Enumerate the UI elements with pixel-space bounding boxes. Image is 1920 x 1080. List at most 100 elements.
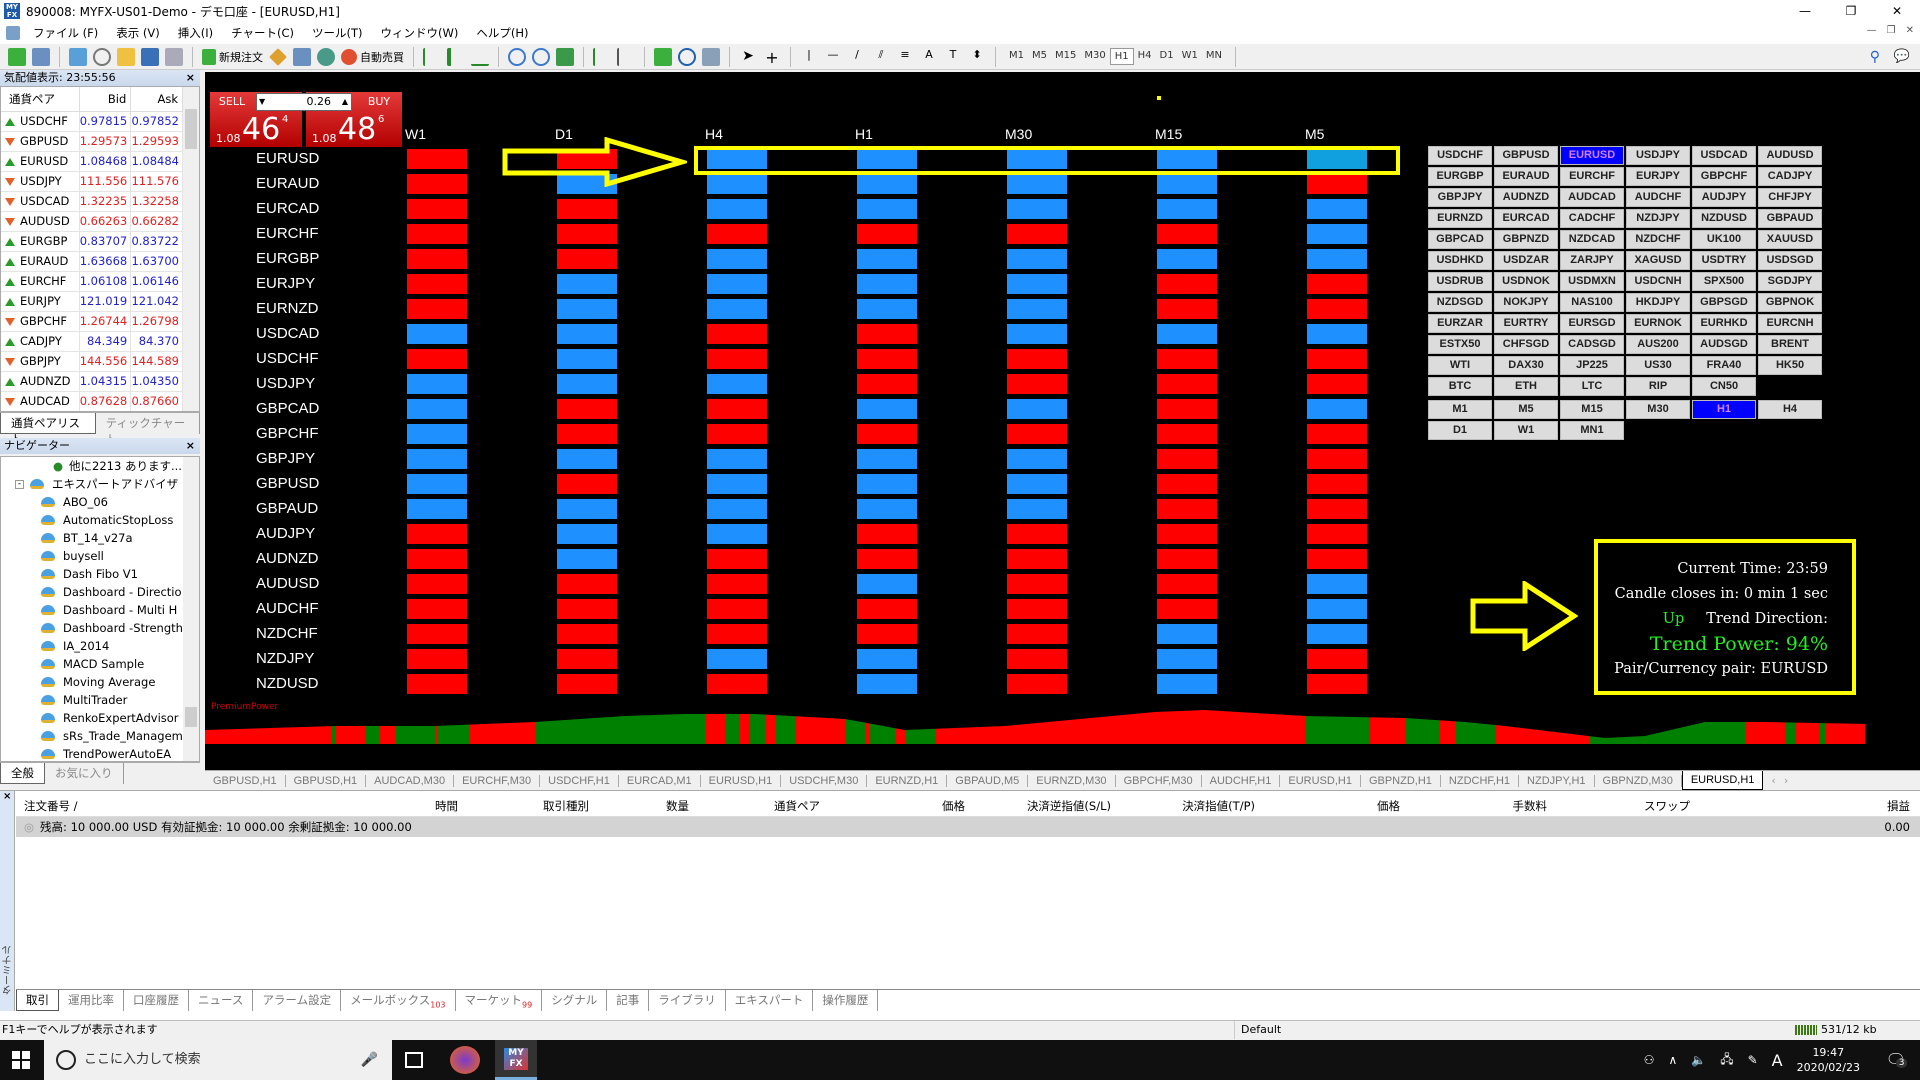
menu-item[interactable]: ファイル (F) (24, 25, 107, 41)
collapse-icon[interactable]: - (15, 480, 24, 489)
symbol-button[interactable]: NZDSGD (1428, 293, 1492, 312)
new-order-button[interactable]: 新規注文 (202, 49, 263, 65)
nav-expert-item[interactable]: Dash Fibo V1 (1, 565, 199, 583)
symbol-button[interactable]: LTC (1560, 377, 1624, 396)
symbol-button[interactable]: GBPNZD (1494, 230, 1558, 249)
chart-tab[interactable]: GBPNZD,M30 (1595, 775, 1682, 787)
symbol-button[interactable]: CADSGD (1560, 335, 1624, 354)
symbol-button[interactable]: USDCNH (1626, 272, 1690, 291)
market-watch-row[interactable]: AUDCAD0.876280.87660 (1, 391, 183, 411)
pair-label[interactable]: EURGBP (256, 250, 319, 267)
pair-label[interactable]: EURCAD (256, 200, 319, 217)
symbol-button[interactable]: CN50 (1692, 377, 1756, 396)
mt4-taskbar-button[interactable]: MY FX (495, 1040, 537, 1080)
autoscroll-icon[interactable] (593, 48, 611, 66)
symbol-button[interactable]: AUDCAD (1560, 188, 1624, 207)
pair-label[interactable]: AUDJPY (256, 525, 315, 542)
mdi-close-button[interactable]: ✕ (1906, 25, 1914, 36)
terminal-tab[interactable]: 運用比率 (59, 990, 124, 1011)
symbol-button[interactable]: USDCHF (1428, 146, 1492, 165)
market-watch-row[interactable]: EURUSD1.084681.08484 (1, 151, 183, 171)
tester-icon[interactable] (165, 48, 183, 66)
chart-tab[interactable]: EURCAD,M1 (619, 775, 701, 787)
tab-market-watch-1[interactable]: ティックチャート (96, 413, 200, 434)
terminal-tab[interactable]: メールボックス103 (341, 990, 455, 1011)
timeframe-h1-button[interactable]: H1 (1110, 48, 1134, 65)
timeframe-button[interactable]: M5 (1494, 400, 1558, 419)
symbol-button[interactable]: BTC (1428, 377, 1492, 396)
symbol-button[interactable]: USDMXN (1560, 272, 1624, 291)
nav-expert-item[interactable]: RenkoExpertAdvisor (1, 709, 199, 727)
market-watch-icon[interactable] (69, 48, 87, 66)
timeframe-button[interactable]: H4 (1758, 400, 1822, 419)
pair-label[interactable]: GBPJPY (256, 450, 315, 467)
pen-icon[interactable]: ✎ (1748, 1053, 1758, 1067)
terminal-icon[interactable] (141, 48, 159, 66)
chart-tab[interactable]: NZDCHF,H1 (1441, 775, 1519, 787)
timeframe-button[interactable]: M30 (1626, 400, 1690, 419)
bar-chart-icon[interactable] (423, 48, 441, 66)
symbol-button[interactable]: EURCHF (1560, 167, 1624, 186)
pair-label[interactable]: GBPUSD (256, 475, 319, 492)
symbol-button[interactable]: EURCAD (1494, 209, 1558, 228)
pair-label[interactable]: EURJPY (256, 275, 315, 292)
symbol-button[interactable]: GBPCAD (1428, 230, 1492, 249)
market-watch-row[interactable]: USDCHF0.978150.97852 (1, 111, 183, 131)
mdi-restore-button[interactable]: ❐ (1887, 25, 1896, 36)
mdi-minimize-button[interactable]: — (1867, 25, 1877, 36)
zoom-in-icon[interactable] (508, 48, 526, 66)
pair-label[interactable]: USDJPY (256, 375, 315, 392)
symbol-button[interactable]: HKDJPY (1626, 293, 1690, 312)
timeframe-h4-button[interactable]: H4 (1134, 48, 1156, 65)
symbol-button[interactable]: USDNOK (1494, 272, 1558, 291)
timeframe-button[interactable]: M15 (1560, 400, 1624, 419)
market-watch-row[interactable]: GBPUSD1.295731.29593 (1, 131, 183, 151)
pair-label[interactable]: USDCHF (256, 350, 319, 367)
symbol-button[interactable]: USDRUB (1428, 272, 1492, 291)
symbol-button[interactable]: SGDJPY (1758, 272, 1822, 291)
symbol-button[interactable]: EURGBP (1428, 167, 1492, 186)
pair-label[interactable]: GBPCHF (256, 425, 319, 442)
nav-expert-item[interactable]: MultiTrader (1, 691, 199, 709)
timeframe-button[interactable]: MN1 (1560, 421, 1624, 440)
symbol-button[interactable]: US30 (1626, 356, 1690, 375)
firefox-icon[interactable] (450, 1046, 480, 1074)
terminal-column-header[interactable]: 手数料 (1513, 798, 1548, 814)
market-watch-row[interactable]: GBPCHF1.267441.26798 (1, 311, 183, 331)
symbol-button[interactable]: USDSGD (1758, 251, 1822, 270)
symbol-button[interactable]: GBPCHF (1692, 167, 1756, 186)
text-icon[interactable]: A (920, 48, 938, 66)
tab-navigator-0[interactable]: 全般 (0, 763, 45, 784)
scrollbar[interactable] (183, 457, 199, 761)
chart-tab[interactable]: EURNZD,M30 (1028, 775, 1115, 787)
timeframe-d1-button[interactable]: D1 (1156, 48, 1178, 65)
new-chart-icon[interactable] (8, 48, 26, 66)
chart-tab[interactable]: GBPNZD,H1 (1361, 775, 1441, 787)
chart-shift-icon[interactable] (617, 48, 635, 66)
data-window-icon[interactable] (93, 48, 111, 66)
line-chart-icon[interactable] (471, 48, 489, 66)
market-watch-row[interactable]: GBPJPY144.556144.589 (1, 351, 183, 371)
nav-expert-item[interactable]: MACD Sample (1, 655, 199, 673)
symbol-button[interactable]: SPX500 (1692, 272, 1756, 291)
nav-expert-item[interactable]: ABO_06 (1, 493, 199, 511)
chart-tab[interactable]: EURUSD,H1 (1682, 771, 1764, 790)
nav-expert-item[interactable]: AutomaticStopLoss (1, 511, 199, 529)
symbol-button[interactable]: AUDNZD (1494, 188, 1558, 207)
profiles-icon[interactable] (32, 48, 50, 66)
nav-expert-item[interactable]: BT_14_v27a (1, 529, 199, 547)
symbol-button[interactable]: EURTRY (1494, 314, 1558, 333)
nav-expert-item[interactable]: Dashboard - Multi H (1, 601, 199, 619)
menu-item[interactable]: 表示 (V) (107, 25, 169, 41)
chart-tab[interactable]: USDCHF,M30 (781, 775, 867, 787)
terminal-column-header[interactable]: 数量 (666, 798, 689, 814)
symbol-button[interactable]: ZARJPY (1560, 251, 1624, 270)
tabs-scroll-left-icon[interactable]: ‹ (1771, 774, 1775, 787)
timeframe-m1-button[interactable]: M1 (1005, 48, 1028, 65)
ime-indicator[interactable]: A (1772, 1051, 1783, 1070)
symbol-button[interactable]: NZDCHF (1626, 230, 1690, 249)
menu-item[interactable]: 挿入(I) (169, 25, 222, 41)
text-label-icon[interactable]: T (944, 48, 962, 66)
menu-item[interactable]: ウィンドウ(W) (372, 25, 468, 41)
close-icon[interactable]: × (186, 70, 195, 86)
